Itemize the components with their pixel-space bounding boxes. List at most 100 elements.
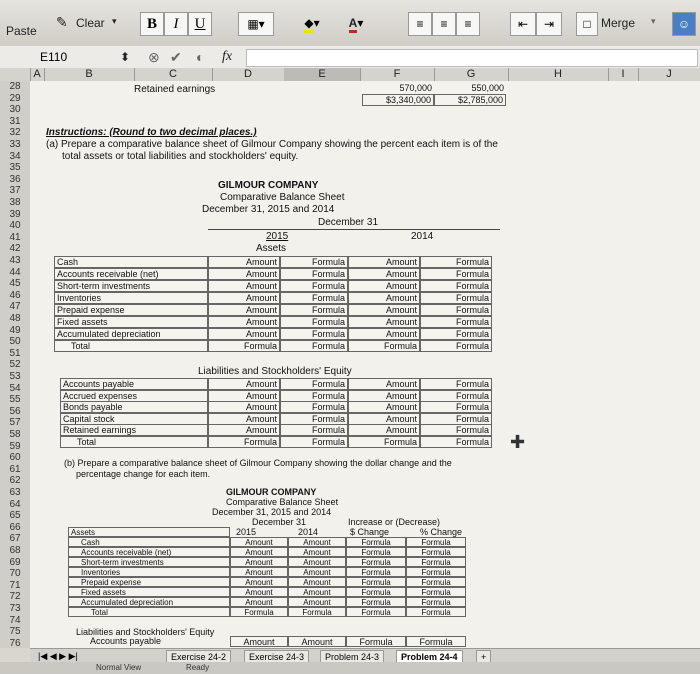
increase-indent-icon[interactable]: ⇥ (536, 12, 562, 36)
formula-cell[interactable]: Formula (420, 401, 492, 413)
asset-item-label[interactable]: Total (54, 340, 208, 352)
asset-item-label-b[interactable]: Short-term investments (68, 557, 230, 567)
formula-cell-b[interactable]: Formula (406, 597, 466, 607)
row-header[interactable]: 29 (0, 93, 30, 104)
formula-cell[interactable]: Formula (420, 412, 492, 425)
amount-cell-b[interactable]: Formula (288, 607, 346, 617)
formula-builder-icon[interactable]: ◐ (196, 49, 204, 65)
row-header[interactable]: 55 (0, 394, 30, 405)
row-header[interactable]: 61 (0, 464, 30, 475)
amount-cell-b[interactable]: Amount (288, 537, 346, 547)
align-center-icon[interactable]: ≡ (432, 12, 456, 36)
total-formula-cell[interactable]: Formula (208, 340, 280, 352)
namebox-stepper-icon[interactable]: ⬍ (120, 50, 130, 64)
user-avatar-icon[interactable]: ☺ (672, 12, 696, 36)
total-formula-cell[interactable]: Formula (208, 435, 280, 448)
amount-cell-b[interactable]: Amount (288, 547, 346, 557)
row-header[interactable]: 66 (0, 522, 30, 533)
amount-cell[interactable]: Amount (348, 256, 420, 268)
amount-cell-b[interactable]: Amount (288, 557, 346, 567)
formula-cell-b2[interactable]: Formula (406, 636, 466, 647)
cell-f28[interactable]: 570,000 (362, 83, 434, 94)
formula-cell[interactable]: Formula (280, 328, 348, 340)
formula-cell[interactable]: Formula (280, 292, 348, 304)
col-header-j[interactable]: J (638, 68, 700, 81)
amount-cell[interactable]: Amount (208, 280, 280, 292)
asset-item-label-b[interactable]: Cash (68, 537, 230, 547)
formula-cell-b[interactable]: Formula (406, 607, 466, 617)
view-mode-label[interactable]: Normal View (96, 662, 141, 674)
row-header[interactable]: 48 (0, 313, 30, 324)
row-header[interactable]: 53 (0, 371, 30, 382)
formula-cell-b[interactable]: Formula (346, 537, 406, 547)
row-header[interactable]: 34 (0, 151, 30, 162)
row-header[interactable]: 51 (0, 348, 30, 359)
formula-cell[interactable]: Formula (420, 435, 492, 448)
asset-item-label[interactable]: Prepaid expense (54, 304, 208, 316)
row-header[interactable]: 62 (0, 475, 30, 486)
amount-cell[interactable]: Amount (208, 316, 280, 328)
amount-cell[interactable]: Amount (348, 412, 420, 425)
amount-cell[interactable]: Amount (208, 378, 280, 390)
asset-item-label[interactable]: Cash (54, 256, 208, 268)
formula-cell[interactable]: Formula (280, 268, 348, 280)
asset-item-label-b[interactable]: Accounts receivable (net) (68, 547, 230, 557)
row-header[interactable]: 49 (0, 325, 30, 336)
col-header-i[interactable]: I (608, 68, 639, 81)
formula-cell[interactable]: Formula (280, 280, 348, 292)
formula-cell-b[interactable]: Formula (346, 597, 406, 607)
row-header[interactable]: 33 (0, 139, 30, 150)
bold-button[interactable]: B (140, 12, 164, 36)
amount-cell-b[interactable]: Amount (288, 577, 346, 587)
row-header[interactable]: 35 (0, 162, 30, 173)
amount-cell[interactable]: Amount (208, 424, 280, 436)
formula-cell[interactable]: Formula (280, 304, 348, 316)
asset-item-label-b[interactable]: Total (68, 607, 230, 617)
amount-cell-b[interactable]: Amount (230, 537, 288, 547)
cell-g28[interactable]: 550,000 (434, 83, 506, 94)
amount-cell[interactable]: Amount (208, 328, 280, 340)
italic-button[interactable]: I (164, 12, 188, 36)
formula-cell-b[interactable]: Formula (406, 567, 466, 577)
amount-cell-b[interactable]: Amount (230, 547, 288, 557)
name-box[interactable]: E110 (40, 50, 67, 64)
row-header[interactable]: 56 (0, 406, 30, 417)
row-header[interactable]: 28 (0, 81, 30, 92)
formula-cell-b[interactable]: Formula (406, 557, 466, 567)
col-header-f[interactable]: F (360, 68, 435, 81)
asset-item-label[interactable]: Fixed assets (54, 316, 208, 328)
row-header[interactable]: 54 (0, 383, 30, 394)
asset-item-label-b[interactable]: Accumulated depreciation (68, 597, 230, 607)
font-color-icon[interactable]: A▾ (338, 12, 374, 34)
cancel-icon[interactable]: ⊗ (148, 49, 160, 66)
formula-cell-b[interactable]: Formula (346, 547, 406, 557)
asset-item-label[interactable]: Short-term investments (54, 280, 208, 292)
amount-cell[interactable]: Amount (348, 292, 420, 304)
amount-cell[interactable]: Amount (348, 280, 420, 292)
amount-cell-b[interactable]: Amount (230, 597, 288, 607)
amount-cell[interactable]: Amount (348, 316, 420, 328)
row-header[interactable]: 40 (0, 220, 30, 231)
row-header[interactable]: 37 (0, 185, 30, 196)
asset-item-label-b[interactable]: Inventories (68, 567, 230, 577)
row-header[interactable]: 75 (0, 626, 30, 637)
formula-cell[interactable]: Formula (420, 378, 492, 390)
merge-icon[interactable]: □ (576, 12, 598, 36)
row-header[interactable]: 30 (0, 104, 30, 115)
formula-cell[interactable]: Formula (280, 424, 348, 436)
row-header[interactable]: 69 (0, 557, 30, 568)
amount-cell[interactable]: Amount (208, 292, 280, 304)
row-header[interactable]: 74 (0, 615, 30, 626)
chevron-down-icon[interactable]: ▾ (112, 16, 117, 27)
liability-item-label[interactable]: Accounts payable (60, 378, 208, 390)
formula-cell[interactable]: Formula (420, 328, 492, 340)
row-header[interactable]: 72 (0, 591, 30, 602)
row-header[interactable]: 42 (0, 243, 30, 254)
amount-cell[interactable]: Amount (348, 304, 420, 316)
formula-cell[interactable]: Formula (420, 316, 492, 328)
row-header[interactable]: 45 (0, 278, 30, 289)
amount-cell[interactable]: Amount (348, 424, 420, 436)
liability-item-label[interactable]: Accrued expenses (60, 389, 208, 402)
row-header[interactable]: 64 (0, 499, 30, 510)
clear-button[interactable]: Clear (76, 16, 105, 30)
